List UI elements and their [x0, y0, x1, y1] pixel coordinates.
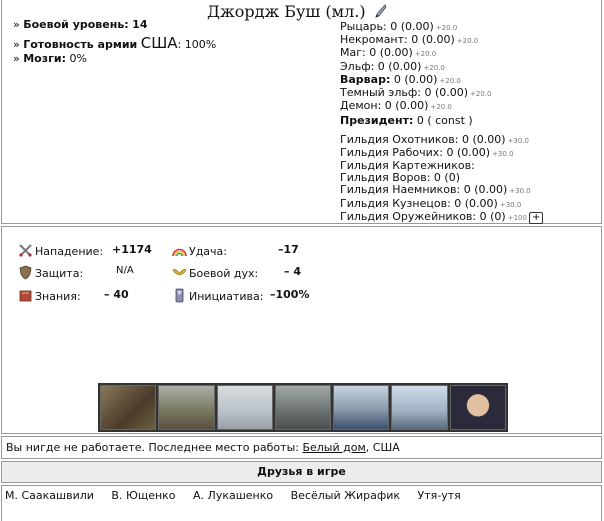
crossed-swords-icon: [19, 244, 32, 257]
friend-link[interactable]: В. Ющенко: [111, 489, 175, 502]
readiness-value: : 100%: [177, 38, 217, 51]
army-readiness-row: » Готовность армии США: 100%: [13, 34, 217, 52]
friends-panel: М. Саакашвили В. Ющенко А. Лукашенко Вес…: [1, 485, 602, 521]
work-panel: Вы нигде не работаете. Последнее место р…: [1, 436, 602, 459]
brains-value: 0%: [69, 52, 87, 65]
friend-link[interactable]: Утя-утя: [418, 489, 461, 502]
president-photo[interactable]: [449, 385, 506, 430]
attack-stat: Нападение: +1174: [18, 243, 152, 258]
fighter-jet-photo[interactable]: [216, 385, 273, 430]
morale-value: – 4: [284, 265, 301, 278]
readiness-country: США: [140, 34, 178, 52]
knowledge-stat: Знания: – 40: [18, 288, 129, 303]
stats-panel: Нападение: +1174 Защита: N/A Знания: – 4…: [1, 226, 602, 434]
wings-icon: [172, 269, 187, 276]
friend-link[interactable]: М. Саакашвили: [5, 489, 94, 502]
warship-photo[interactable]: [333, 385, 390, 430]
missile-launcher-photo[interactable]: [391, 385, 448, 430]
initiative-value: –100%: [270, 288, 310, 301]
morale-stat: Боевой дух: – 4: [172, 265, 301, 280]
friends-title: Друзья в игре: [257, 465, 346, 478]
shield-icon: [19, 265, 32, 280]
character-panel: Джордж Буш (мл.) » Боевой уровень: 14 » …: [1, 0, 602, 224]
combat-level-row: » Боевой уровень: 14: [13, 18, 148, 31]
skills-list: Рыцарь: 0 (0.00) +20.0 Некромант: 0 (0.00…: [340, 20, 544, 224]
last-work-link[interactable]: Белый дом: [302, 441, 365, 454]
guild-row: Гильдия Оружейников: 0 (0) +100 +: [340, 210, 544, 224]
artillery-photo[interactable]: [274, 385, 332, 430]
brains-label: Мозги:: [23, 52, 66, 65]
defense-stat: Защита: N/A: [18, 265, 134, 280]
rainbow-icon: [172, 248, 187, 257]
combat-level-label: Боевой уровень:: [23, 18, 129, 31]
skill-row: Президент: 0 ( const ): [340, 114, 473, 128]
character-name: Джордж Буш: [207, 2, 321, 21]
luck-stat: Удача: –17: [172, 243, 299, 258]
army-gallery: [98, 383, 508, 432]
luck-value: –17: [278, 243, 299, 256]
quill-icon[interactable]: [373, 4, 387, 18]
character-title: Джордж Буш (мл.): [207, 2, 387, 21]
friends-list: М. Саакашвили В. Ющенко А. Лукашенко Вес…: [5, 489, 475, 502]
expand-plus-button[interactable]: +: [528, 211, 544, 224]
friend-link[interactable]: А. Лукашенко: [193, 489, 273, 502]
defense-value: N/A: [116, 265, 134, 276]
knowledge-value: – 40: [104, 288, 129, 301]
character-info: » Боевой уровень: 14 » Готовность армии …: [13, 18, 216, 66]
book-icon: [19, 290, 32, 302]
hourglass-icon: [175, 288, 184, 303]
initiative-stat: Инициатива: –100%: [172, 288, 309, 303]
combat-level-value: 14: [132, 18, 148, 31]
soldier-photo[interactable]: [100, 385, 157, 430]
tank-photo[interactable]: [158, 385, 215, 430]
attack-value: +1174: [112, 243, 152, 256]
friends-header: Друзья в игре: [1, 461, 602, 483]
work-status: Вы нигде не работаете. Последнее место р…: [6, 441, 400, 454]
readiness-label: Готовность армии: [23, 38, 138, 51]
friend-link[interactable]: Весёлый Жирафик: [291, 489, 400, 502]
brains-row: » Мозги: 0%: [13, 52, 87, 65]
character-suffix: (мл.): [325, 2, 366, 21]
skill-row: Демон: 0 (0.00) +20.0: [340, 99, 452, 113]
